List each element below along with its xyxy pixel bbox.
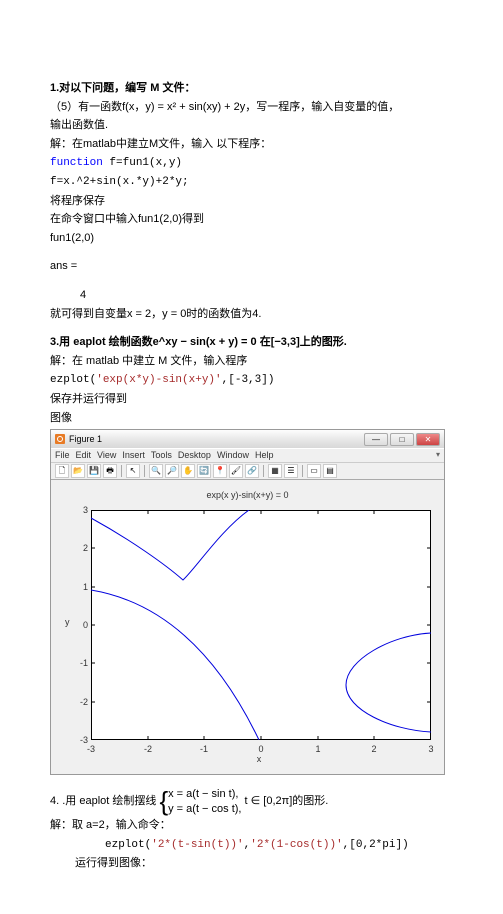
curve-branch-upper-left	[91, 510, 249, 580]
ezplot-fn: ezplot	[105, 839, 145, 851]
q4-code: ezplot('2*(t-sin(t))','2*(1-cos(t))',[0,…	[50, 836, 453, 855]
q1-ans-label: ans =	[50, 258, 453, 276]
y-tick: -3	[73, 733, 88, 747]
toolbar-separator	[121, 465, 122, 477]
close-button[interactable]: ✕	[416, 433, 440, 446]
rotate-icon[interactable]: 🔄	[197, 464, 211, 478]
x-tick: -1	[200, 742, 208, 756]
menu-file[interactable]: File	[55, 448, 70, 462]
q1-sol-intro: 解：在matlab中建立M文件，输入 以下程序：	[50, 136, 453, 154]
menu-desktop[interactable]: Desktop	[178, 448, 211, 462]
y-tick: 1	[73, 580, 88, 594]
save-icon[interactable]: 💾	[87, 464, 101, 478]
q1-call: fun1(2,0)	[50, 230, 453, 248]
menu-insert[interactable]: Insert	[122, 448, 145, 462]
q1-code-line2: f=x.^2+sin(x.*y)+2*y;	[50, 174, 453, 192]
figure-title: Figure 1	[69, 432, 102, 446]
brush-icon[interactable]: 🖌	[229, 464, 243, 478]
x-tick: 3	[428, 742, 433, 756]
q1-heading: 1.对以下问题，编写 M 文件：	[50, 80, 453, 98]
x-axis-label: x	[257, 752, 262, 766]
toolbar-separator	[302, 465, 303, 477]
pan-icon[interactable]: ✋	[181, 464, 195, 478]
q4-heading-b: t ∈ [0,2π]的图形.	[245, 796, 329, 808]
toolbar-separator	[144, 465, 145, 477]
q3-heading: 3.用 eaplot 绘制函数e^xy − sin(x + y) = 0 在[−…	[50, 334, 453, 352]
plot-area: exp(x y)-sin(x+y) = 0 3 2 1 0 -1 -2 -3 -…	[51, 480, 444, 774]
q1-conclusion: 就可得到自变量x = 2，y = 0时的函数值为4.	[50, 306, 453, 324]
menu-tools[interactable]: Tools	[151, 448, 172, 462]
menu-window[interactable]: Window	[217, 448, 249, 462]
x-tick: -2	[144, 742, 152, 756]
string-arg1: '2*(t-sin(t))'	[151, 839, 243, 851]
zoom-out-icon[interactable]: 🔎	[165, 464, 179, 478]
curve-branch-right	[346, 633, 431, 732]
q3-run: 保存并运行得到	[50, 391, 453, 409]
maximize-button[interactable]: □	[390, 433, 414, 446]
toolbar-separator	[263, 465, 264, 477]
x-tick: 2	[371, 742, 376, 756]
ezplot-fn: ezplot	[50, 374, 90, 386]
link-icon[interactable]: 🔗	[245, 464, 259, 478]
q4-sol: 解：取 a=2，输入命令：	[50, 817, 453, 835]
matlab-figure-icon	[55, 434, 65, 444]
datacursor-icon[interactable]: 📍	[213, 464, 227, 478]
window-controls: — □ ✕	[364, 433, 440, 446]
rest-args: ,[-3,3])	[222, 374, 275, 386]
figure-titlebar: Figure 1 — □ ✕	[51, 430, 444, 448]
figure-menubar: File Edit View Insert Tools Desktop Wind…	[51, 448, 444, 462]
open-icon[interactable]: 📂	[71, 464, 85, 478]
new-figure-icon[interactable]: 🗋	[55, 464, 69, 478]
y-tick: 0	[73, 618, 88, 632]
q1-problem2: 输出函数值.	[50, 117, 453, 135]
chart-container: 3 2 1 0 -1 -2 -3 -3 -2 -1 0 1 2 3 y x	[59, 504, 434, 766]
menu-view[interactable]: View	[97, 448, 116, 462]
figure-window: Figure 1 — □ ✕ File Edit View Insert Too…	[50, 429, 445, 775]
paren-open: (	[145, 839, 152, 851]
menu-help[interactable]: Help	[255, 448, 274, 462]
string-arg: 'exp(x*y)-sin(x+y)'	[96, 374, 221, 386]
print-icon[interactable]: 🖶	[103, 464, 117, 478]
parametric-equations: { x = a(t − sin t), y = a(t − cos t),	[159, 787, 241, 816]
left-brace: {	[159, 791, 168, 812]
chart-curve-svg	[91, 510, 431, 740]
q3-code: ezplot('exp(x*y)-sin(x+y)',[-3,3])	[50, 371, 453, 390]
zoom-in-icon[interactable]: 🔍	[149, 464, 163, 478]
code-sig: f=fun1(x,y)	[103, 157, 182, 169]
minimize-button[interactable]: —	[364, 433, 388, 446]
menu-extra-icon[interactable]: ▾	[436, 449, 440, 462]
rest-args: ,[0,2*pi])	[343, 839, 409, 851]
eq-x: x = a(t − sin t),	[168, 787, 241, 801]
colorbar-icon[interactable]: ▦	[268, 464, 282, 478]
y-tick: -1	[73, 656, 88, 670]
q4-heading: 4. .用 eaplot 绘制摆线 { x = a(t − sin t), y …	[50, 787, 453, 816]
comma: ,	[244, 839, 251, 851]
q3-img-label: 图像	[50, 410, 453, 428]
legend-icon[interactable]: ☰	[284, 464, 298, 478]
y-tick: 3	[73, 503, 88, 517]
x-tick: 1	[315, 742, 320, 756]
curve-branch-lower-left	[91, 590, 259, 740]
pointer-icon[interactable]: ↖	[126, 464, 140, 478]
q1-code-line1: function f=fun1(x,y)	[50, 154, 453, 173]
eq-y: y = a(t − cos t),	[168, 802, 241, 816]
q1-problem: （5）有一函数f(x，y) = x² + sin(xy) + 2y，写一程序，输…	[50, 99, 453, 117]
x-tick: -3	[87, 742, 95, 756]
q1-save: 将程序保存	[50, 193, 453, 211]
q4-run: 运行得到图像：	[50, 855, 453, 873]
q3-sol-intro: 解：在 matlab 中建立 M 文件，输入程序	[50, 353, 453, 371]
y-axis-label: y	[65, 615, 70, 629]
keyword-function: function	[50, 157, 103, 169]
show-plot-tools-icon[interactable]: ▤	[323, 464, 337, 478]
figure-toolbar: 🗋 📂 💾 🖶 ↖ 🔍 🔎 ✋ 🔄 📍 🖌 🔗 ▦ ☰ ▭ ▤	[51, 462, 444, 480]
chart-title: exp(x y)-sin(x+y) = 0	[59, 488, 436, 502]
string-arg2: '2*(1-cos(t))'	[250, 839, 342, 851]
y-tick: -2	[73, 695, 88, 709]
q1-ans-val: 4	[50, 287, 453, 305]
y-tick: 2	[73, 541, 88, 555]
hide-plot-tools-icon[interactable]: ▭	[307, 464, 321, 478]
q4-heading-a: 4. .用 eaplot 绘制摆线	[50, 796, 156, 808]
q1-run: 在命令窗口中输入fun1(2,0)得到	[50, 211, 453, 229]
menu-edit[interactable]: Edit	[76, 448, 92, 462]
